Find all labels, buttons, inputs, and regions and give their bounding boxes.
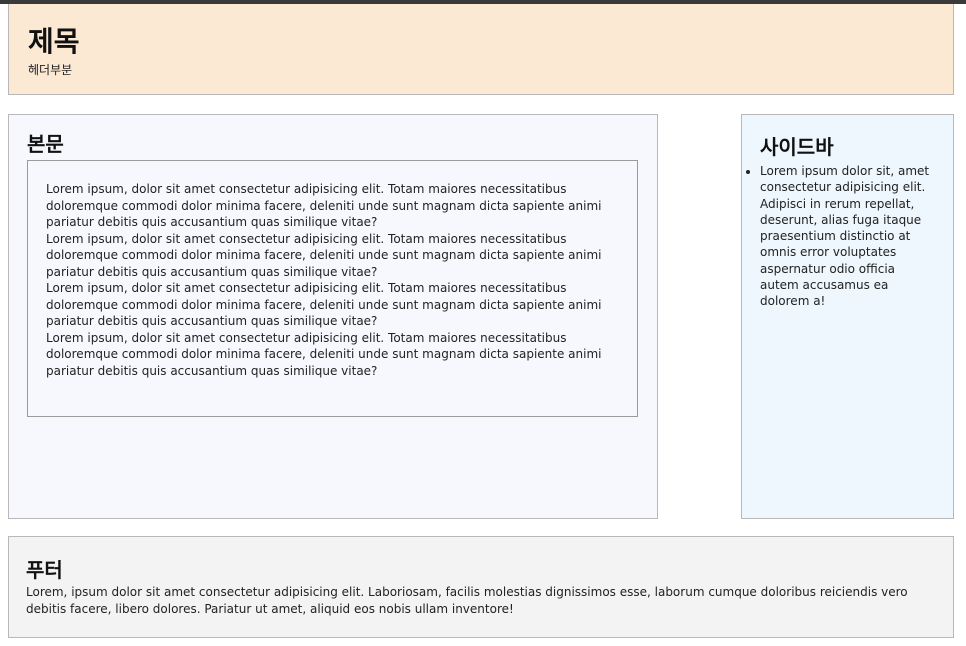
footer-title: 푸터 bbox=[26, 558, 63, 582]
article-paragraph: Lorem ipsum, dolor sit amet consectetur … bbox=[46, 231, 602, 279]
page-footer: 푸터 Lorem, ipsum dolor sit amet consectet… bbox=[8, 536, 954, 638]
sidebar: 사이드바 Lorem ipsum dolor sit, amet consect… bbox=[741, 114, 954, 519]
article-paragraph: Lorem ipsum, dolor sit amet consectetur … bbox=[46, 330, 602, 378]
sidebar-title: 사이드바 bbox=[760, 135, 834, 159]
main-content-section: 본문 Lorem ipsum, dolor sit amet consectet… bbox=[8, 114, 658, 519]
footer-text: Lorem, ipsum dolor sit amet consectetur … bbox=[26, 585, 908, 616]
sidebar-list-item: Lorem ipsum dolor sit, amet consectetur … bbox=[760, 163, 932, 310]
article-paragraph: Lorem ipsum, dolor sit amet consectetur … bbox=[46, 281, 602, 328]
page-header: 제목 헤더부분 bbox=[8, 4, 954, 95]
sidebar-list: Lorem ipsum dolor sit, amet consectetur … bbox=[742, 163, 932, 310]
header-subtitle: 헤더부분 bbox=[28, 63, 73, 77]
main-title: 본문 bbox=[27, 132, 64, 156]
page-title: 제목 bbox=[28, 25, 80, 58]
article-paragraph: Lorem ipsum, dolor sit amet consectetur … bbox=[46, 182, 602, 229]
article-box: Lorem ipsum, dolor sit amet consectetur … bbox=[27, 160, 638, 417]
